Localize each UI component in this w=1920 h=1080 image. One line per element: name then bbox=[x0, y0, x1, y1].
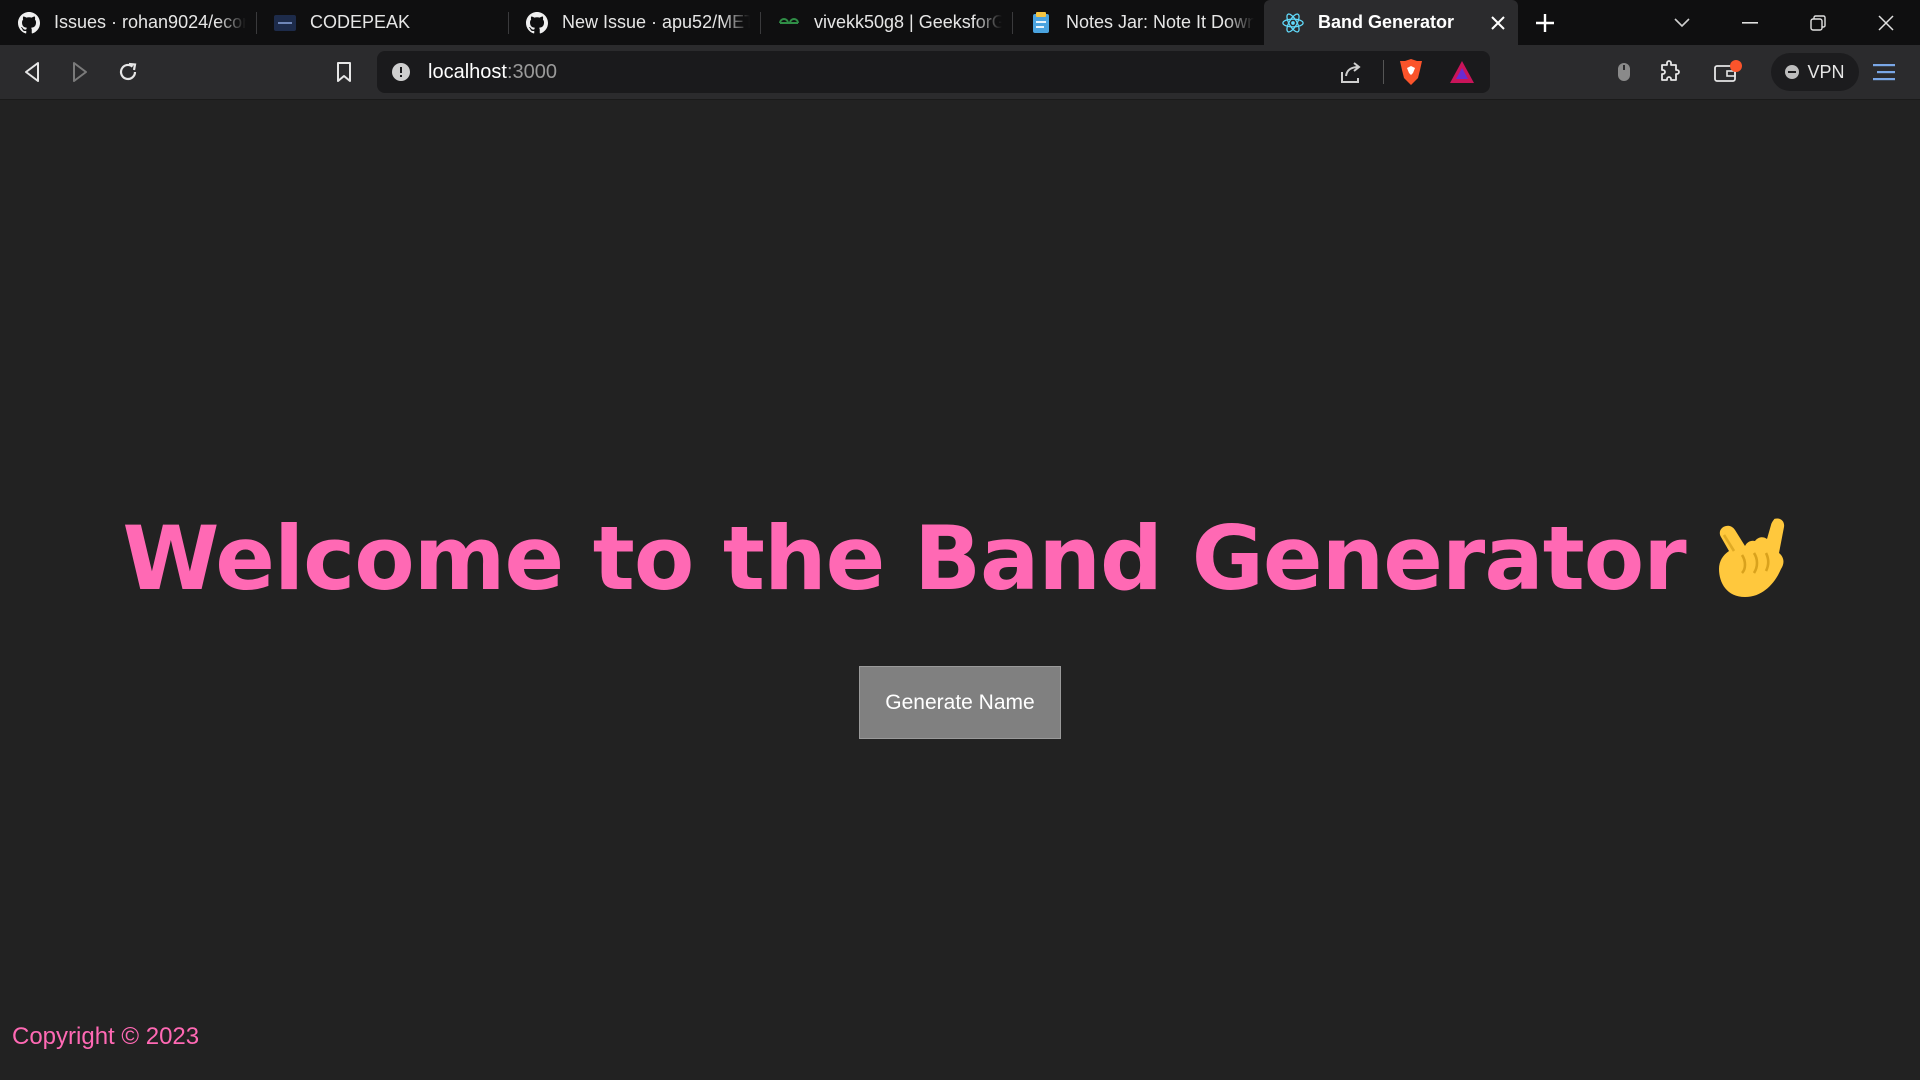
page-viewport: Welcome to the Band Generator Generate N… bbox=[0, 101, 1920, 1080]
vpn-status-icon bbox=[1785, 65, 1800, 79]
close-tab-icon[interactable] bbox=[1488, 13, 1508, 33]
vpn-button[interactable]: VPN bbox=[1771, 53, 1859, 91]
tab-strip: Issues · rohan9024/ecom CODEPEAK New Iss… bbox=[0, 0, 1920, 45]
divider bbox=[1383, 60, 1384, 84]
brave-rewards-icon[interactable] bbox=[1448, 59, 1476, 85]
new-tab-button[interactable] bbox=[1518, 0, 1572, 45]
page-title-text: Welcome to the Band Generator bbox=[122, 507, 1686, 610]
brave-shields-icon[interactable] bbox=[1398, 58, 1426, 86]
minimize-button[interactable] bbox=[1716, 0, 1784, 45]
tab-title: New Issue · apu52/META bbox=[562, 12, 750, 32]
forward-icon[interactable] bbox=[60, 53, 100, 91]
tab-band-generator[interactable]: Band Generator bbox=[1264, 0, 1518, 45]
extensions-icon[interactable] bbox=[1650, 53, 1690, 91]
notes-icon bbox=[1030, 11, 1052, 34]
address-bar[interactable]: localhost:3000 bbox=[377, 51, 1490, 93]
react-icon bbox=[1282, 12, 1304, 34]
url-text: localhost:3000 bbox=[428, 61, 557, 83]
tab-search-icon[interactable] bbox=[1648, 0, 1716, 45]
page-title: Welcome to the Band Generator bbox=[0, 509, 1920, 609]
github-icon bbox=[526, 11, 548, 34]
copyright-footer: Copyright © 2023 bbox=[12, 1023, 200, 1050]
tab-notes-jar[interactable]: Notes Jar: Note It Down, bbox=[1012, 0, 1264, 45]
wallet-icon[interactable] bbox=[1708, 53, 1748, 91]
tab-issues[interactable]: Issues · rohan9024/ecom bbox=[0, 0, 256, 45]
reload-icon[interactable] bbox=[108, 53, 148, 91]
mouse-extension-icon[interactable] bbox=[1604, 53, 1644, 91]
call-me-hand-icon bbox=[1718, 518, 1784, 598]
github-icon bbox=[18, 11, 40, 34]
share-icon[interactable] bbox=[1338, 60, 1364, 86]
tab-title: Band Generator bbox=[1318, 12, 1455, 32]
bookmark-icon[interactable] bbox=[324, 53, 364, 91]
close-window-button[interactable] bbox=[1852, 0, 1920, 45]
geeksforgeeks-icon bbox=[778, 12, 800, 34]
tab-title: Notes Jar: Note It Down, bbox=[1066, 12, 1254, 32]
tab-geeksforgeeks[interactable]: vivekk50g8 | GeeksforGe bbox=[760, 0, 1012, 45]
site-info-icon[interactable] bbox=[391, 62, 411, 82]
vpn-label: VPN bbox=[1807, 61, 1845, 82]
tab-codepeak[interactable]: CODEPEAK bbox=[256, 0, 508, 45]
tab-title: Issues · rohan9024/ecom bbox=[54, 12, 246, 32]
generate-name-button[interactable]: Generate Name bbox=[859, 666, 1061, 739]
codepeak-icon bbox=[274, 12, 296, 34]
browser-toolbar: localhost:3000 VPN bbox=[0, 45, 1920, 100]
menu-icon[interactable] bbox=[1864, 53, 1904, 91]
tab-new-issue[interactable]: New Issue · apu52/META bbox=[508, 0, 760, 45]
tab-title: vivekk50g8 | GeeksforGe bbox=[814, 12, 1002, 32]
restore-button[interactable] bbox=[1784, 0, 1852, 45]
tab-title: CODEPEAK bbox=[310, 12, 411, 32]
back-icon[interactable] bbox=[12, 53, 52, 91]
